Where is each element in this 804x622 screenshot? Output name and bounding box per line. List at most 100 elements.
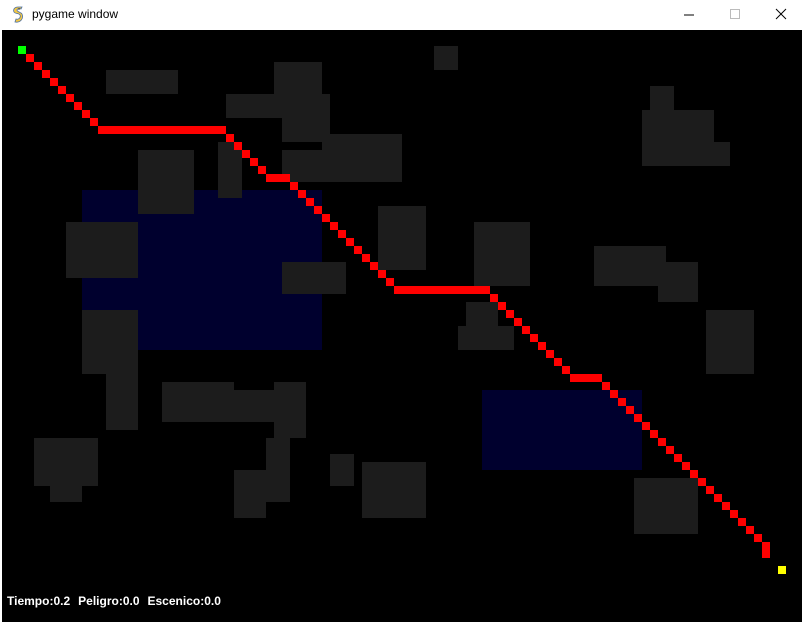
close-button[interactable]: [758, 0, 804, 30]
obstacle-block: [650, 86, 674, 110]
path-cell: [706, 486, 714, 494]
path-cell: [82, 110, 90, 118]
game-canvas[interactable]: Tiempo:0.2 Peligro:0.0 Escenico:0.0: [2, 30, 802, 622]
path-cell: [282, 174, 290, 182]
path-cell: [730, 510, 738, 518]
obstacle-block: [458, 326, 514, 350]
path-cell: [322, 214, 330, 222]
obstacle-block: [330, 454, 354, 486]
path-cell: [178, 126, 186, 134]
obstacle-block: [322, 134, 402, 182]
path-cell: [722, 502, 730, 510]
path-cell: [162, 126, 170, 134]
path-cell: [506, 310, 514, 318]
path-cell: [354, 246, 362, 254]
hud-escenico: Escenico:0.0: [147, 594, 221, 608]
hud: Tiempo:0.2 Peligro:0.0 Escenico:0.0: [7, 594, 229, 608]
obstacle-block: [226, 94, 330, 118]
obstacle-block: [634, 478, 698, 534]
path-cell: [610, 390, 618, 398]
path-cell: [410, 286, 418, 294]
maximize-icon: [730, 9, 740, 19]
path-cell: [634, 414, 642, 422]
path-cell: [674, 454, 682, 462]
obstacle-block: [466, 302, 498, 326]
obstacle-block: [282, 262, 346, 294]
title-bar[interactable]: pygame window: [0, 0, 804, 30]
path-cell: [570, 374, 578, 382]
obstacle-block: [106, 374, 138, 430]
path-cell: [218, 126, 226, 134]
path-cell: [642, 422, 650, 430]
path-cell: [522, 326, 530, 334]
maximize-button[interactable]: [712, 0, 758, 30]
obstacle-block: [50, 486, 82, 502]
obstacle-block: [594, 246, 666, 286]
hud-tiempo: Tiempo:0.2: [7, 594, 71, 608]
path-cell: [762, 550, 770, 558]
path-cell: [618, 398, 626, 406]
path-cell: [418, 286, 426, 294]
path-cell: [66, 94, 74, 102]
path-cell: [466, 286, 474, 294]
obstacle-block: [658, 262, 698, 302]
path-cell: [370, 262, 378, 270]
hud-peligro: Peligro:0.0: [78, 594, 140, 608]
obstacle-block: [706, 310, 754, 374]
path-cell: [362, 254, 370, 262]
path-cell: [130, 126, 138, 134]
obstacle-block: [274, 62, 322, 94]
path-cell: [90, 118, 98, 126]
path-cell: [434, 286, 442, 294]
obstacle-block: [274, 382, 306, 438]
path-cell: [154, 126, 162, 134]
path-cell: [498, 302, 506, 310]
path-cell: [490, 294, 498, 302]
path-cell: [146, 126, 154, 134]
path-cell: [426, 286, 434, 294]
obstacle-block: [138, 150, 194, 214]
path-cell: [546, 350, 554, 358]
path-cell: [738, 518, 746, 526]
path-cell: [586, 374, 594, 382]
path-cell: [138, 126, 146, 134]
pygame-window: pygame window Tiempo:0.2 Peligro:0.0 Esc…: [0, 0, 804, 622]
obstacle-block: [642, 110, 714, 142]
obstacle-block: [234, 470, 266, 518]
path-cell: [554, 358, 562, 366]
path-cell: [170, 126, 178, 134]
path-cell: [98, 126, 106, 134]
path-cell: [762, 542, 770, 550]
path-cell: [562, 366, 570, 374]
path-cell: [394, 286, 402, 294]
path-cell: [682, 462, 690, 470]
path-cell: [602, 382, 610, 390]
obstacle-block: [162, 382, 234, 422]
path-cell: [386, 278, 394, 286]
path-cell: [290, 182, 298, 190]
path-cell: [34, 62, 42, 70]
path-cell: [186, 126, 194, 134]
path-cell: [450, 286, 458, 294]
path-cell: [378, 270, 386, 278]
obstacle-block: [66, 222, 138, 278]
path-cell: [242, 150, 250, 158]
path-cell: [266, 174, 274, 182]
path-cell: [402, 286, 410, 294]
path-cell: [698, 478, 706, 486]
path-cell: [666, 446, 674, 454]
path-cell: [538, 342, 546, 350]
path-cell: [338, 230, 346, 238]
path-cell: [274, 174, 282, 182]
obstacle-block: [474, 222, 530, 286]
path-cell: [258, 166, 266, 174]
path-cell: [658, 438, 666, 446]
path-cell: [474, 286, 482, 294]
path-cell: [594, 374, 602, 382]
path-cell: [690, 470, 698, 478]
path-cell: [754, 534, 762, 542]
path-cell: [530, 334, 538, 342]
path-cell: [330, 222, 338, 230]
path-cell: [202, 126, 210, 134]
minimize-button[interactable]: [666, 0, 712, 30]
